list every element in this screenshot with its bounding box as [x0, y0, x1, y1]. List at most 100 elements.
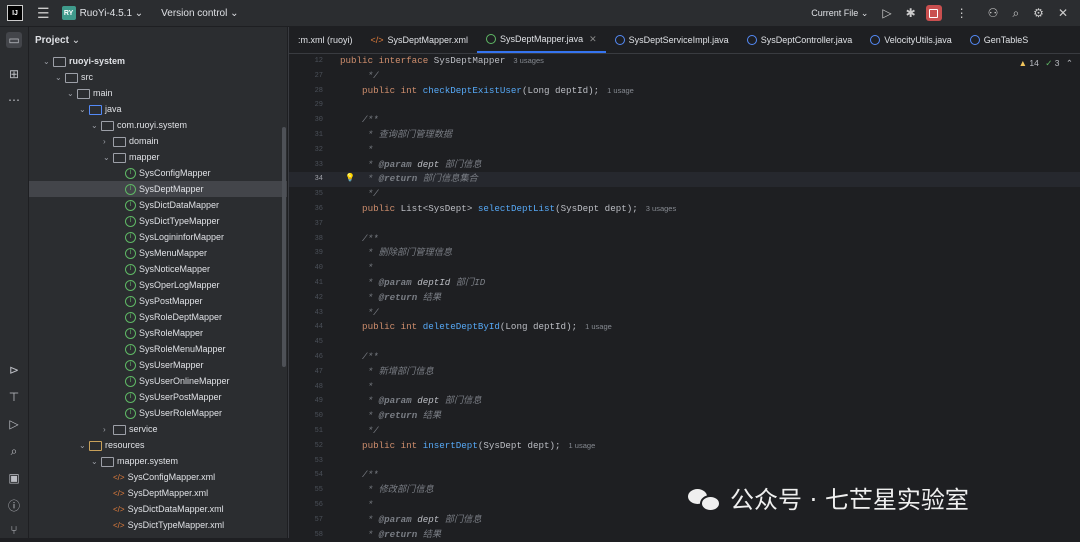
project-panel-header[interactable]: Project ⌄	[29, 27, 287, 53]
tree-item[interactable]: ISysUserPostMapper	[29, 389, 287, 405]
close-icon[interactable]: ✕	[589, 34, 597, 45]
chevron-right-icon[interactable]: ›	[103, 422, 113, 438]
tree-item[interactable]: ⌄src	[29, 69, 287, 85]
tree-item[interactable]: ISysMenuMapper	[29, 245, 287, 261]
tree-item[interactable]: ⌄main	[29, 85, 287, 101]
tree-item[interactable]: </>SysDeptMapper.xml	[29, 485, 287, 501]
chevron-down-icon[interactable]: ⌄	[79, 102, 89, 118]
code-line[interactable]: 35 */	[289, 187, 1080, 202]
usages-hint[interactable]: 1 usage	[607, 86, 634, 95]
chevron-down-icon[interactable]: ⌄	[55, 70, 65, 86]
usages-hint[interactable]: 1 usage	[585, 322, 612, 331]
settings-gear-icon[interactable]: ⚙	[1033, 6, 1044, 20]
chevron-down-icon[interactable]: ⌄	[79, 438, 89, 454]
code-line[interactable]: 47 * 新增部门信息	[289, 365, 1080, 380]
search-icon[interactable]: ⌕	[1012, 6, 1019, 21]
project-folder-icon[interactable]: ▭	[6, 32, 22, 48]
run-tool-icon[interactable]: ▷	[6, 416, 22, 432]
code-line[interactable]: 43 */	[289, 306, 1080, 321]
debug-icon[interactable]: ✱	[906, 6, 916, 20]
code-line[interactable]: 41 * @param deptId 部门ID	[289, 276, 1080, 291]
tree-item[interactable]: ISysPostMapper	[29, 293, 287, 309]
tree-item[interactable]: ISysRoleMapper	[29, 325, 287, 341]
tree-item[interactable]: ISysDeptMapper	[29, 181, 287, 197]
code-line[interactable]: 38 /**	[289, 232, 1080, 247]
tree-item[interactable]: ISysDictTypeMapper	[29, 213, 287, 229]
editor-tab[interactable]: SysDeptServiceImpl.java	[606, 27, 738, 53]
tree-item[interactable]: ⌄ruoyi-system	[29, 53, 287, 69]
tree-item[interactable]: ISysUserMapper	[29, 357, 287, 373]
version-control-menu[interactable]: Version control ⌄	[161, 8, 238, 19]
editor-tab[interactable]: VelocityUtils.java	[861, 27, 961, 53]
services-icon[interactable]: ⊳	[6, 362, 22, 378]
code-line[interactable]: 32 *	[289, 143, 1080, 158]
code-line[interactable]: 42 * @return 结果	[289, 291, 1080, 306]
chevron-down-icon[interactable]: ⌄	[43, 54, 53, 70]
add-user-icon[interactable]: ⚇	[988, 6, 999, 20]
chevron-down-icon[interactable]: ⌄	[91, 454, 101, 470]
project-switcher[interactable]: RuoYi-4.5.1 ⌄	[80, 8, 144, 19]
tree-item[interactable]: ISysUserRoleMapper	[29, 405, 287, 421]
code-area[interactable]: 12public interface SysDeptMapper3 usages…	[289, 54, 1080, 542]
tree-item[interactable]: ⌄mapper.system	[29, 453, 287, 469]
tree-item[interactable]: </>SysDictDataMapper.xml	[29, 501, 287, 517]
tree-item[interactable]: ISysRoleMenuMapper	[29, 341, 287, 357]
editor-tab[interactable]: GenTableS	[961, 27, 1038, 53]
code-line[interactable]: 37	[289, 217, 1080, 232]
code-line[interactable]: 50 * @return 结果	[289, 409, 1080, 424]
chevron-down-icon[interactable]: ⌄	[67, 86, 77, 102]
code-line[interactable]: 48 *	[289, 380, 1080, 395]
code-line[interactable]: 12public interface SysDeptMapper3 usages	[289, 54, 1080, 69]
app-logo-icon[interactable]: IJ	[7, 5, 23, 21]
code-line[interactable]: 39 * 删除部门管理信息	[289, 246, 1080, 261]
code-line[interactable]: 27 */	[289, 69, 1080, 84]
editor-tab[interactable]: SysDeptMapper.java✕	[477, 27, 606, 53]
code-line[interactable]: 28 public int checkDeptExistUser(Long de…	[289, 84, 1080, 99]
more-tools-icon[interactable]: ⋯	[6, 92, 22, 108]
tree-item[interactable]: ISysUserOnlineMapper	[29, 373, 287, 389]
git-icon[interactable]: ⑂	[6, 522, 22, 538]
tree-item[interactable]: ISysNoticeMapper	[29, 261, 287, 277]
more-actions-icon[interactable]: ⋮	[956, 6, 968, 20]
code-line[interactable]: 40 *	[289, 261, 1080, 276]
code-line[interactable]: 52 public int insertDept(SysDept dept);1…	[289, 439, 1080, 454]
tree-item[interactable]: ISysConfigMapper	[29, 165, 287, 181]
run-icon[interactable]: ▷	[882, 6, 891, 20]
usages-hint[interactable]: 3 usages	[513, 56, 543, 65]
editor-tab[interactable]: </>SysDeptMapper.xml	[362, 27, 478, 53]
run-config-selector[interactable]: Current File ⌄	[811, 8, 868, 19]
tree-item[interactable]: ISysDictDataMapper	[29, 197, 287, 213]
tree-item[interactable]: ⌄mapper	[29, 149, 287, 165]
tree-item[interactable]: ISysOperLogMapper	[29, 277, 287, 293]
code-line[interactable]: 53	[289, 454, 1080, 469]
tree-item[interactable]: ⌄java	[29, 101, 287, 117]
stop-button[interactable]	[926, 5, 942, 21]
editor-tab[interactable]: SysDeptController.java	[738, 27, 862, 53]
chevron-down-icon[interactable]: ⌄	[91, 118, 101, 134]
code-line[interactable]: 36 public List<SysDept> selectDeptList(S…	[289, 202, 1080, 217]
build-icon[interactable]: ⊤	[6, 389, 22, 405]
main-menu-icon[interactable]: ☰	[37, 5, 50, 22]
code-line[interactable]: 58 * @return 结果	[289, 528, 1080, 542]
code-line[interactable]: 31 * 查询部门管理数据	[289, 128, 1080, 143]
code-line[interactable]: 51 */	[289, 424, 1080, 439]
chevron-down-icon[interactable]: ⌄	[103, 150, 113, 166]
tree-item[interactable]: ISysRoleDeptMapper	[29, 309, 287, 325]
code-line[interactable]: 33 * @param dept 部门信息	[289, 158, 1080, 173]
problems-icon[interactable]: ⓘ	[6, 497, 22, 513]
tree-item[interactable]: ›service	[29, 421, 287, 437]
window-close-icon[interactable]: ✕	[1058, 6, 1068, 20]
code-line[interactable]: 45	[289, 335, 1080, 350]
find-icon[interactable]: ⌕	[6, 443, 22, 459]
tree-item[interactable]: ISysLogininforMapper	[29, 229, 287, 245]
code-line[interactable]: 46 /**	[289, 350, 1080, 365]
code-line[interactable]: 34💡 * @return 部门信息集合	[289, 172, 1080, 187]
editor-tab[interactable]: :m.xml (ruoyi)	[289, 27, 362, 53]
usages-hint[interactable]: 3 usages	[646, 204, 676, 213]
structure-icon[interactable]: ⊞	[6, 66, 22, 82]
code-line[interactable]: 44 public int deleteDeptById(Long deptId…	[289, 320, 1080, 335]
tree-item[interactable]: ⌄resources	[29, 437, 287, 453]
code-line[interactable]: 49 * @param dept 部门信息	[289, 394, 1080, 409]
code-line[interactable]: 29	[289, 98, 1080, 113]
tree-item[interactable]: </>SysConfigMapper.xml	[29, 469, 287, 485]
